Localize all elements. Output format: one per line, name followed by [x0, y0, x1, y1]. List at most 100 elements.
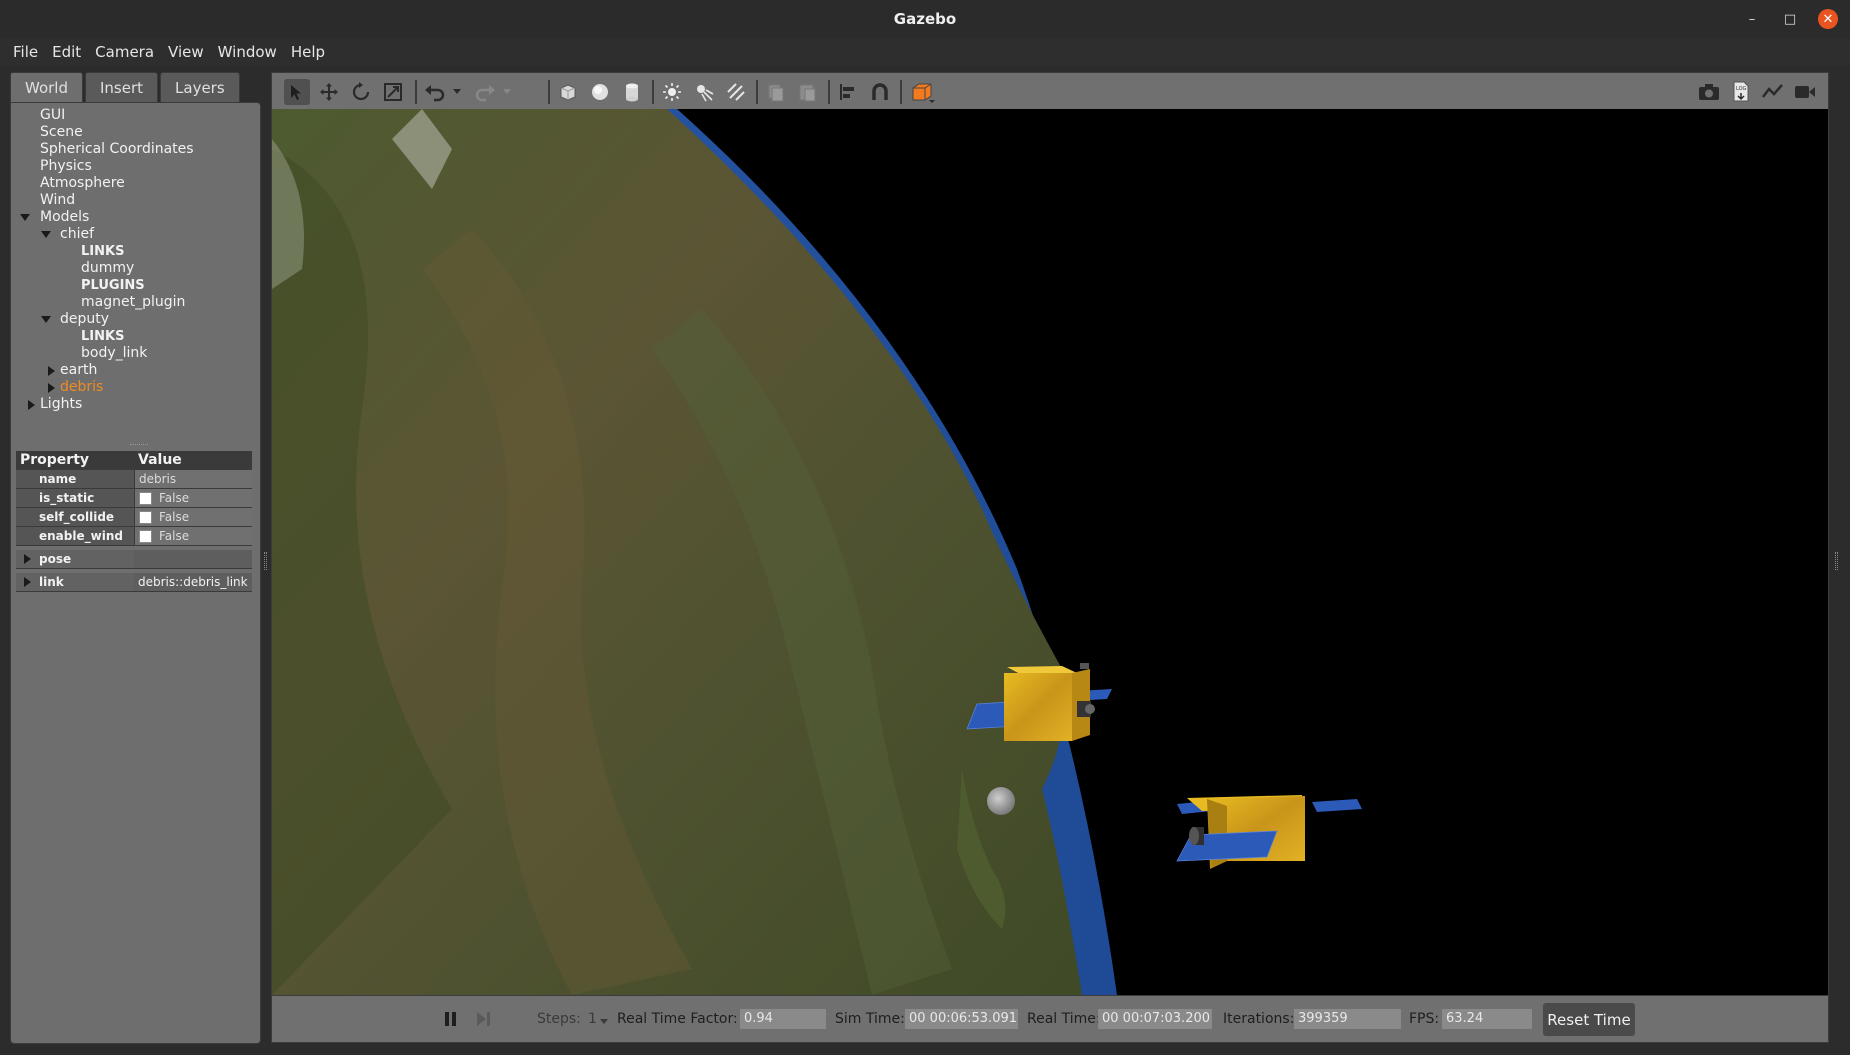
undo-icon[interactable]	[422, 79, 448, 105]
align-icon[interactable]	[835, 79, 861, 105]
tab-world[interactable]: World	[10, 72, 83, 102]
property-row-name: name debris	[16, 470, 252, 489]
tree-item-wind[interactable]: Wind	[11, 192, 262, 209]
tree-item-chief[interactable]: chief	[11, 226, 262, 243]
minimize-icon[interactable]: –	[1742, 9, 1762, 29]
cylinder-icon[interactable]	[619, 79, 645, 105]
tree-item-spherical-coordinates[interactable]: Spherical Coordinates	[11, 141, 262, 158]
steps-dropdown-icon[interactable]	[600, 1013, 608, 1029]
log-icon[interactable]: LOG	[1728, 79, 1754, 105]
iterations-label: Iterations:	[1223, 1011, 1295, 1027]
point-light-icon[interactable]	[659, 79, 685, 105]
tab-layers[interactable]: Layers	[160, 72, 240, 102]
steps-label: Steps:	[537, 1011, 581, 1027]
reset-time-button[interactable]: Reset Time	[1543, 1003, 1635, 1036]
maximize-icon[interactable]: □	[1780, 9, 1800, 29]
undo-dropdown-icon[interactable]	[450, 79, 464, 105]
tree-item-label: Models	[40, 209, 90, 225]
menu-help[interactable]: Help	[284, 43, 332, 61]
name-value-field[interactable]: debris	[134, 470, 252, 488]
tree-item-deputy-links[interactable]: LINKS	[11, 328, 262, 345]
fps-value: 63.24	[1442, 1009, 1532, 1029]
panel-splitter-right[interactable]	[1835, 552, 1838, 570]
expand-arrow-icon[interactable]	[41, 316, 51, 323]
directional-light-icon[interactable]	[723, 79, 749, 105]
tree-item-atmosphere[interactable]: Atmosphere	[11, 175, 262, 192]
tree-item-label: chief	[60, 226, 95, 242]
tree-item-chief-links[interactable]: LINKS	[11, 243, 262, 260]
pose-label-cell: pose	[16, 550, 134, 568]
collapsed-arrow-icon[interactable]	[48, 383, 55, 393]
self-collide-checkbox[interactable]	[139, 510, 152, 524]
expand-arrow-icon[interactable]	[41, 231, 51, 238]
property-row-pose[interactable]: pose	[16, 550, 252, 569]
panel-tabs: World Insert Layers	[10, 72, 261, 102]
property-row-link[interactable]: link debris::debris_link	[16, 573, 252, 592]
translate-icon[interactable]	[316, 79, 342, 105]
toolbar-separator	[828, 80, 830, 104]
enable-wind-checkbox[interactable]	[139, 529, 152, 543]
tree-item-chief-plugins[interactable]: PLUGINS	[11, 277, 262, 294]
collapsed-arrow-icon[interactable]	[28, 400, 35, 410]
screenshot-icon[interactable]	[1696, 79, 1722, 105]
is-static-checkbox[interactable]	[139, 491, 152, 505]
title-bar: Gazebo – □ ✕	[0, 0, 1850, 38]
tree-item-lights[interactable]: Lights	[11, 396, 262, 413]
rtf-value: 0.94	[740, 1009, 826, 1029]
tree-item-body-link[interactable]: body_link	[11, 345, 262, 362]
menu-edit[interactable]: Edit	[45, 43, 88, 61]
tree-item-magnet-plugin[interactable]: magnet_plugin	[11, 294, 262, 311]
window-title: Gazebo	[893, 10, 957, 28]
box-icon[interactable]	[555, 79, 581, 105]
world-tree: GUI Scene Spherical Coordinates Physics …	[11, 107, 262, 413]
property-label: is_static	[39, 491, 95, 505]
sim-time-value: 00 00:06:53.091	[905, 1009, 1018, 1029]
sphere-icon[interactable]	[587, 79, 613, 105]
steps-value[interactable]: 1	[588, 1011, 597, 1027]
record-icon[interactable]	[1792, 79, 1818, 105]
menu-window[interactable]: Window	[211, 43, 284, 61]
collapsed-arrow-icon[interactable]	[24, 577, 31, 587]
tab-insert[interactable]: Insert	[85, 72, 159, 102]
tree-item-scene[interactable]: Scene	[11, 124, 262, 141]
menu-view[interactable]: View	[161, 43, 211, 61]
tree-item-earth[interactable]: earth	[11, 362, 262, 379]
tree-item-debris[interactable]: debris	[11, 379, 262, 396]
select-arrow-icon[interactable]	[284, 79, 310, 105]
panel-splitter-left[interactable]	[264, 552, 267, 570]
tree-item-physics[interactable]: Physics	[11, 158, 262, 175]
plot-icon[interactable]	[1760, 79, 1786, 105]
snap-icon[interactable]	[867, 79, 893, 105]
3d-viewport[interactable]	[271, 109, 1829, 995]
splitter-handle[interactable]	[130, 444, 148, 447]
debris-model[interactable]	[987, 787, 1015, 815]
property-header: Property Value	[16, 451, 252, 470]
paste-icon[interactable]	[794, 79, 820, 105]
rotate-icon[interactable]	[348, 79, 374, 105]
checkbox-label: False	[159, 491, 190, 505]
toolbar: LOG	[271, 72, 1829, 109]
tree-item-gui[interactable]: GUI	[11, 107, 262, 124]
collapsed-arrow-icon[interactable]	[24, 554, 31, 564]
toolbar-separator	[415, 80, 417, 104]
view-angle-icon[interactable]	[908, 79, 938, 105]
spot-light-icon[interactable]	[691, 79, 717, 105]
tree-item-dummy[interactable]: dummy	[11, 260, 262, 277]
menu-camera[interactable]: Camera	[88, 43, 161, 61]
scale-icon[interactable]	[380, 79, 406, 105]
fps-label: FPS:	[1409, 1011, 1440, 1027]
pose-value	[134, 550, 252, 568]
pause-icon[interactable]	[438, 1006, 464, 1032]
step-icon[interactable]	[471, 1006, 497, 1032]
copy-icon[interactable]	[763, 79, 789, 105]
svg-text:LOG: LOG	[1736, 86, 1747, 92]
close-icon[interactable]: ✕	[1818, 9, 1838, 29]
menu-file[interactable]: File	[6, 43, 45, 61]
tree-item-models[interactable]: Models	[11, 209, 262, 226]
redo-dropdown-icon[interactable]	[500, 79, 514, 105]
link-label-cell: link	[16, 573, 134, 591]
tree-item-deputy[interactable]: deputy	[11, 311, 262, 328]
expand-arrow-icon[interactable]	[20, 214, 30, 221]
collapsed-arrow-icon[interactable]	[48, 366, 55, 376]
redo-icon[interactable]	[472, 79, 498, 105]
